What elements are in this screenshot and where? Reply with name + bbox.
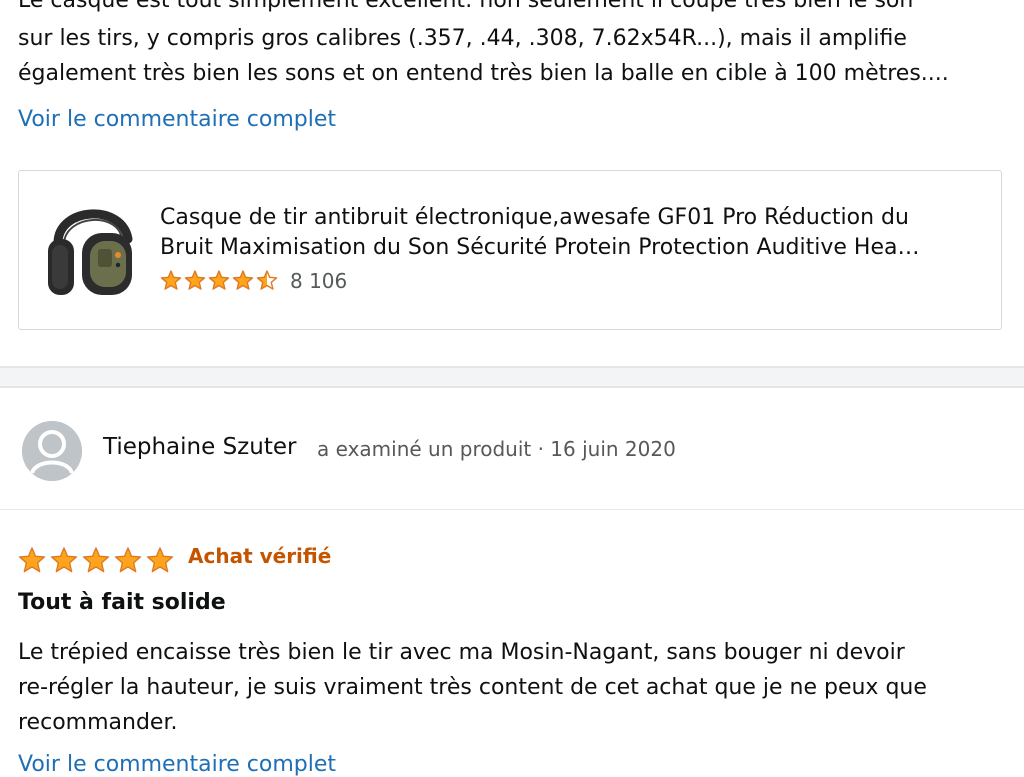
reviewer-name[interactable]: Tiephaine Szuter — [103, 434, 296, 460]
star-icon — [184, 270, 206, 290]
read-full-review-link[interactable]: Voir le commentaire complet — [18, 107, 336, 132]
star-rating-icon — [18, 547, 174, 573]
review-rating — [18, 546, 178, 580]
product-title-link[interactable]: Casque de tir antibruit électronique,awe… — [160, 203, 985, 263]
review-meta: a examiné un produit · 16 juin 2020 — [317, 437, 676, 461]
star-icon — [232, 270, 254, 290]
star-icon — [256, 270, 278, 290]
star-rating-icon — [160, 270, 278, 290]
review-text-line: Le trépied encaisse très bien le tir ave… — [18, 640, 905, 665]
star-icon — [50, 547, 78, 573]
rating-count[interactable]: 8 106 — [290, 269, 347, 293]
review-text-line: également très bien les sons et on enten… — [18, 61, 949, 86]
product-title-line[interactable]: Casque de tir antibruit électronique,awe… — [160, 203, 985, 233]
review-title: Tout à fait solide — [18, 590, 226, 615]
verified-purchase-badge: Achat vérifié — [188, 544, 332, 568]
product-image[interactable] — [44, 199, 140, 299]
product-title-line[interactable]: Bruit Maximisation du Son Sécurité Prote… — [160, 233, 985, 263]
divider — [0, 509, 1024, 510]
avatar[interactable] — [22, 421, 82, 481]
star-icon — [208, 270, 230, 290]
star-icon — [82, 547, 110, 573]
star-icon — [146, 547, 174, 573]
review-text-line: Le casque est tout simplement excellent:… — [18, 0, 914, 13]
review-text-line: re-régler la hauteur, je suis vraiment t… — [18, 675, 927, 700]
review-text-line: sur les tirs, y compris gros calibres (.… — [18, 26, 907, 51]
review-separator — [0, 366, 1024, 388]
star-icon — [114, 547, 142, 573]
user-avatar-icon — [22, 421, 82, 481]
star-icon — [18, 547, 46, 573]
review-body: Le trépied encaisse très bien le tir ave… — [18, 635, 1008, 740]
star-icon — [160, 270, 182, 290]
review-text-line: recommander. — [18, 710, 178, 735]
earmuff-headset-icon — [48, 209, 133, 295]
product-card[interactable]: Casque de tir antibruit électronique,awe… — [18, 170, 1002, 330]
product-rating[interactable]: 8 106 — [160, 268, 347, 294]
